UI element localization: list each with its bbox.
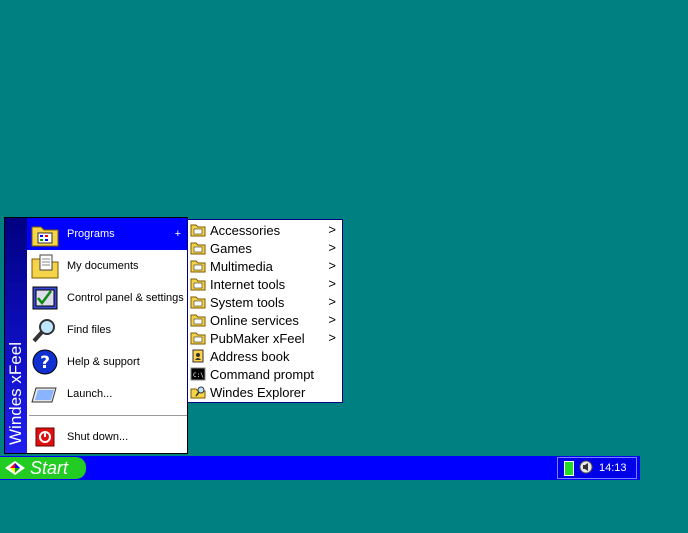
- brand-text: Windes xFeel: [6, 342, 25, 445]
- chevron-right-icon: >: [328, 258, 336, 273]
- svg-text:C:\: C:\: [193, 372, 204, 379]
- start-menu-item-launch[interactable]: Launch...: [27, 378, 187, 410]
- programs-item-internet-tools[interactable]: Internet tools >: [188, 275, 342, 293]
- svg-text:?: ?: [40, 353, 50, 373]
- programs-item-label: Internet tools: [210, 276, 286, 292]
- program-group-folder-icon: [190, 241, 206, 255]
- address-book-icon: [190, 349, 206, 363]
- chevron-right-icon: >: [328, 222, 336, 237]
- programs-item-command-prompt[interactable]: C:\ Command prompt: [188, 365, 342, 383]
- taskbar: Start 14:13: [0, 456, 640, 480]
- clock[interactable]: 14:13: [599, 462, 627, 474]
- submenu-arrow-icon: +: [174, 228, 181, 240]
- start-menu-item-label: My documents: [67, 260, 139, 272]
- speaker-icon[interactable]: [579, 460, 593, 477]
- programs-item-label: PubMaker xFeel: [210, 330, 305, 346]
- start-menu-item-label: Help & support: [67, 356, 140, 368]
- explorer-icon: [190, 385, 206, 399]
- programs-item-label: Windes Explorer: [210, 384, 306, 400]
- start-button[interactable]: Start: [0, 457, 86, 479]
- programs-item-online-services[interactable]: Online services >: [188, 311, 342, 329]
- programs-item-label: Address book: [210, 348, 290, 364]
- start-menu-item-label: Control panel & settings: [67, 292, 184, 304]
- programs-item-label: Accessories: [210, 222, 281, 238]
- program-group-folder-icon: [190, 313, 206, 327]
- magnifier-icon: [29, 315, 61, 345]
- menu-divider: [29, 415, 187, 416]
- help-icon: ?: [29, 347, 61, 377]
- chevron-right-icon: >: [328, 240, 336, 255]
- start-menu-item-shut-down[interactable]: Shut down...: [27, 421, 187, 453]
- program-group-folder-icon: [190, 331, 206, 345]
- start-menu-item-find-files[interactable]: Find files: [27, 314, 187, 346]
- chevron-right-icon: >: [328, 330, 336, 345]
- programs-item-pubmaker[interactable]: PubMaker xFeel >: [188, 329, 342, 347]
- programs-item-windes-explorer[interactable]: Windes Explorer: [188, 383, 342, 401]
- documents-folder-icon: [29, 251, 61, 281]
- command-prompt-icon: C:\: [190, 367, 206, 381]
- start-menu-item-label: Shut down...: [67, 431, 129, 443]
- programs-item-system-tools[interactable]: System tools >: [188, 293, 342, 311]
- programs-item-label: Online services: [210, 312, 299, 328]
- start-logo-icon: [4, 460, 26, 476]
- start-menu-item-label: Launch...: [67, 388, 113, 400]
- control-panel-icon: [29, 283, 61, 313]
- start-menu-item-my-documents[interactable]: My documents: [27, 250, 187, 282]
- program-group-folder-icon: [190, 295, 206, 309]
- battery-icon[interactable]: [564, 460, 574, 476]
- programs-item-games[interactable]: Games >: [188, 239, 342, 257]
- program-group-folder-icon: [190, 277, 206, 291]
- chevron-right-icon: >: [328, 294, 336, 309]
- programs-item-label: Multimedia: [210, 258, 273, 274]
- programs-folder-icon: [29, 219, 61, 249]
- programs-submenu: Accessories > Games > Multimedia > Inter…: [187, 219, 343, 403]
- start-menu-item-programs[interactable]: Programs +: [27, 218, 187, 250]
- programs-item-label: Games: [210, 240, 252, 256]
- chevron-right-icon: >: [328, 276, 336, 291]
- system-tray: 14:13: [557, 457, 637, 479]
- run-icon: [29, 379, 61, 409]
- start-menu-item-help[interactable]: ? Help & support: [27, 346, 187, 378]
- start-menu: Windes xFeel Programs + My documents Con…: [4, 217, 188, 454]
- programs-item-label: Command prompt: [210, 366, 315, 382]
- program-group-folder-icon: [190, 259, 206, 273]
- programs-item-multimedia[interactable]: Multimedia >: [188, 257, 342, 275]
- program-group-folder-icon: [190, 223, 206, 237]
- start-menu-brand-bar: Windes xFeel: [5, 218, 27, 453]
- start-menu-item-control-panel[interactable]: Control panel & settings: [27, 282, 187, 314]
- programs-item-address-book[interactable]: Address book: [188, 347, 342, 365]
- programs-item-accessories[interactable]: Accessories >: [188, 221, 342, 239]
- chevron-right-icon: >: [328, 312, 336, 327]
- start-menu-item-label: Programs: [67, 228, 115, 240]
- programs-item-label: System tools: [210, 294, 285, 310]
- start-button-label: Start: [30, 457, 69, 478]
- start-menu-item-label: Find files: [67, 324, 112, 336]
- power-icon: [29, 422, 61, 452]
